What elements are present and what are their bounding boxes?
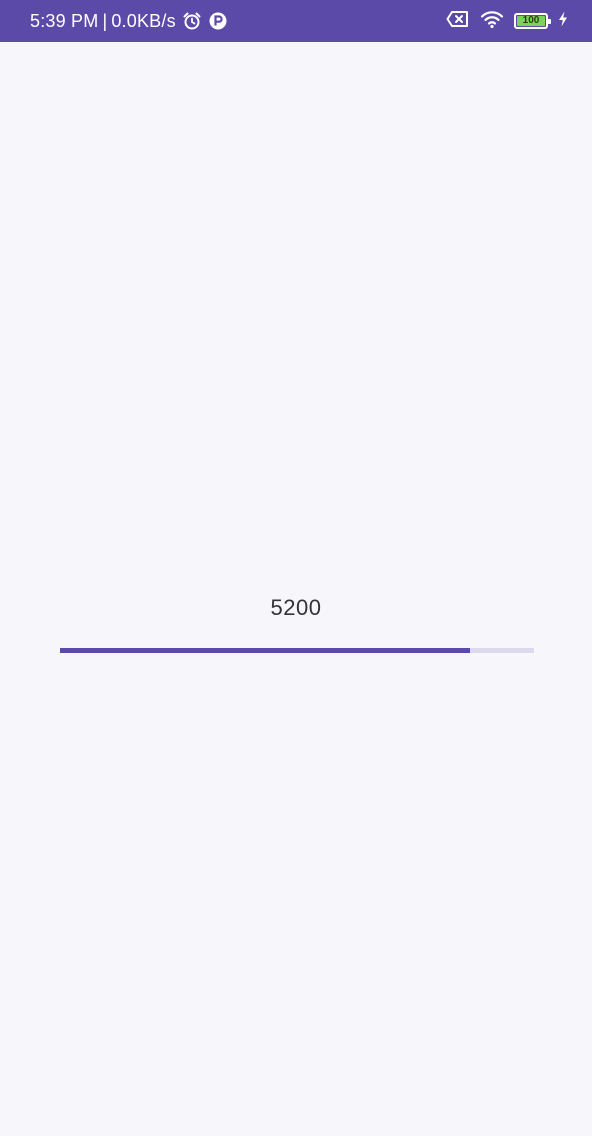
status-separator: | xyxy=(102,10,108,31)
no-sim-icon xyxy=(446,10,470,33)
charging-icon xyxy=(558,11,568,32)
status-left: 5:39 PM | 0.0KB/s xyxy=(30,0,228,42)
status-time: 5:39 PM xyxy=(30,10,99,31)
progress-bar-fill xyxy=(60,648,470,653)
progress-value-text: 5200 xyxy=(270,595,322,620)
wifi-icon xyxy=(480,9,504,34)
network-speed: 0.0KB/s xyxy=(111,10,176,31)
status-bar: 5:39 PM | 0.0KB/s 100 xyxy=(0,0,592,42)
main-content: 5200 xyxy=(0,42,592,1136)
alarm-icon xyxy=(182,11,202,31)
battery-icon: 100 xyxy=(514,13,551,29)
battery-level: 100 xyxy=(522,15,540,26)
progress-bar xyxy=(60,648,534,653)
status-right: 100 xyxy=(446,0,568,42)
app-notification-icon xyxy=(208,11,228,31)
